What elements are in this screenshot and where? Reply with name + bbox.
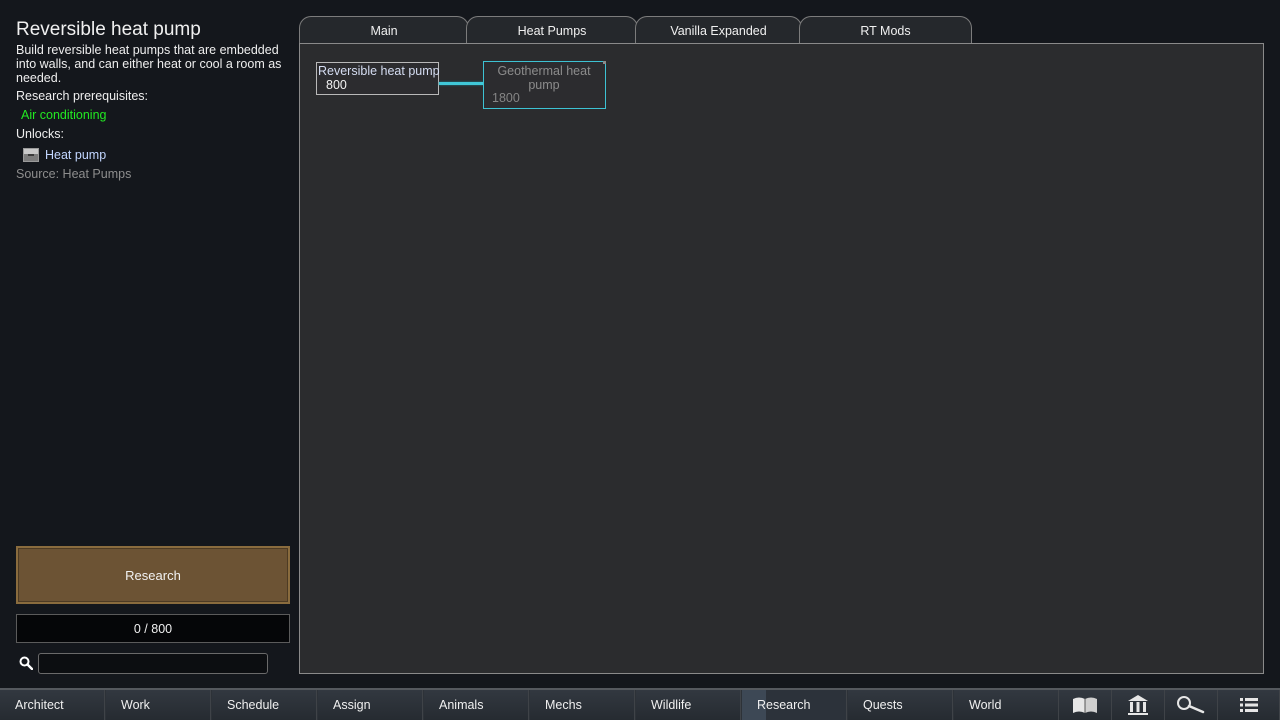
wildlife-button[interactable]: Wildlife	[636, 690, 741, 720]
architect-button[interactable]: Architect	[0, 690, 105, 720]
research-button[interactable]: Research	[16, 546, 290, 604]
animals-button[interactable]: Animals	[424, 690, 529, 720]
project-info-panel: Reversible heat pump Build reversible he…	[0, 0, 298, 688]
tree-connector	[439, 82, 484, 85]
heat-pump-icon	[23, 147, 39, 162]
inspect-button[interactable]	[1165, 690, 1218, 720]
tab-vanilla-expanded[interactable]: Vanilla Expanded	[635, 16, 802, 44]
source-line: Source: Heat Pumps	[16, 167, 132, 181]
project-title: Reversible heat pump	[16, 19, 201, 40]
history-book-button[interactable]	[1059, 690, 1112, 720]
research-tab-button[interactable]: Research	[742, 690, 847, 720]
search-icon	[19, 656, 33, 670]
quests-button[interactable]: Quests	[848, 690, 953, 720]
node-name: Reversible heat pump	[318, 64, 440, 78]
node-cost: 800	[326, 78, 347, 92]
tab-heat-pumps[interactable]: Heat Pumps	[466, 16, 638, 44]
prerequisite-item[interactable]: Air conditioning	[21, 108, 106, 122]
node-name: Geothermal heat pump	[497, 64, 591, 92]
unlocks-label: Unlocks:	[16, 127, 64, 141]
node-corner-marker	[603, 61, 606, 64]
tab-main[interactable]: Main	[299, 16, 469, 44]
research-node-geothermal-heat-pump[interactable]: Geothermal heat pump 1800	[483, 61, 606, 109]
research-progress: 0 / 800	[16, 614, 290, 643]
factions-button[interactable]	[1112, 690, 1165, 720]
unlock-label: Heat pump	[45, 147, 107, 162]
research-node-reversible-heat-pump[interactable]: Reversible heat pump 800	[316, 62, 440, 95]
main-menu-button[interactable]	[1218, 690, 1280, 720]
world-button[interactable]: World	[954, 690, 1059, 720]
node-cost: 1800	[492, 91, 520, 105]
menu-icon	[1239, 698, 1258, 712]
prerequisites-label: Research prerequisites:	[16, 89, 149, 103]
history-icon	[1177, 696, 1205, 714]
factions-icon	[1128, 695, 1148, 715]
research-screen: Reversible heat pump Build reversible he…	[0, 0, 1280, 720]
unlock-item[interactable]: Heat pump	[23, 146, 106, 163]
mechs-button[interactable]: Mechs	[530, 690, 635, 720]
tab-rt-mods[interactable]: RT Mods	[799, 16, 972, 44]
work-button[interactable]: Work	[106, 690, 211, 720]
search-input[interactable]	[38, 653, 268, 674]
schedule-button[interactable]: Schedule	[212, 690, 317, 720]
project-description: Build reversible heat pumps that are emb…	[16, 43, 282, 85]
assign-button[interactable]: Assign	[318, 690, 423, 720]
main-button-bar: Architect Work Schedule Assign Animals M…	[0, 688, 1280, 720]
book-icon	[1073, 697, 1097, 713]
research-tree-canvas[interactable]: Reversible heat pump 800 Geothermal heat…	[299, 43, 1264, 674]
